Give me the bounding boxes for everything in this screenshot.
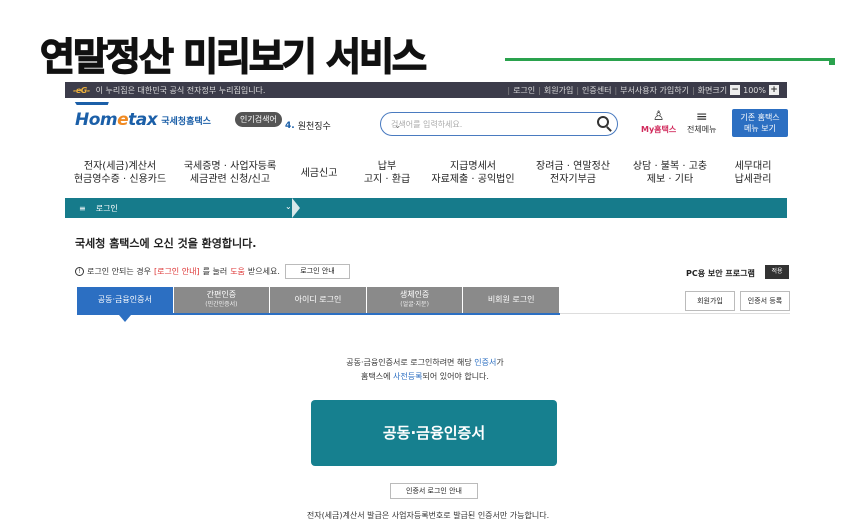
search-input[interactable]: 검색어를 입력하세요. bbox=[380, 112, 618, 136]
logo-org-name: 국세청홈택스 bbox=[161, 117, 211, 127]
nav-item-certificate[interactable]: 국세증명 · 사업자등록 세금관련 신청/신고 bbox=[175, 155, 285, 191]
nav-item-statement[interactable]: 지급명세서 자료제출 · 공익법인 bbox=[421, 155, 525, 191]
hometax-logo[interactable]: Hometax 국세청홈택스 bbox=[71, 102, 211, 130]
slide-title: 연말정산 미리보기 서비스 bbox=[39, 34, 428, 80]
tab-joint-cert[interactable]: 공동·금융인증서 bbox=[77, 287, 174, 322]
top-links: | 로그인 | 회원가입 | 인증센터 | 부서사용자 가입하기 | 화면크기 … bbox=[507, 85, 779, 96]
site-header: Hometax 국세청홈택스 인기검색어 4. 원천징수 ⌄ 검색어를 입력하세… bbox=[65, 100, 788, 148]
egov-logo: -eG- bbox=[73, 85, 90, 95]
tab-id-login[interactable]: 아이디 로그인 bbox=[270, 287, 367, 313]
user-icon: ♙ bbox=[652, 109, 665, 124]
legacy-menu-button[interactable]: 기존 홈택스 메뉴 보기 bbox=[732, 109, 788, 137]
breadcrumb-current[interactable]: ≡ 로그인 ⌄ bbox=[65, 198, 300, 218]
tab-divider bbox=[560, 313, 790, 314]
info-icon: ! bbox=[75, 267, 84, 276]
pc-security-label: PC용 보안 프로그램 bbox=[686, 269, 755, 278]
breadcrumb-arrow-icon bbox=[292, 198, 300, 218]
gov-notice-bar: -eG- 이 누리집은 대한민국 공식 전자정부 누리집입니다. | 로그인 |… bbox=[65, 82, 787, 98]
breadcrumb-label: 로그인 bbox=[95, 203, 118, 213]
login-guide-button[interactable]: 로그인 안내 bbox=[285, 264, 350, 279]
page-title: 국세청 홈택스에 오신 것을 환영합니다. bbox=[75, 237, 257, 250]
signup-link[interactable]: 회원가입 bbox=[544, 85, 573, 96]
nav-item-tax-report[interactable]: 세금신고 bbox=[285, 155, 353, 191]
cert-register-button[interactable]: 인증서 등록 bbox=[740, 291, 790, 311]
nav-item-payment[interactable]: 납부 고지 · 환급 bbox=[353, 155, 421, 191]
logo-roof-icon bbox=[71, 102, 109, 112]
signup-button[interactable]: 회원가입 bbox=[685, 291, 735, 311]
pc-security-apply-button[interactable]: 적용 bbox=[765, 265, 789, 279]
cert-center-link[interactable]: 인증센터 bbox=[582, 85, 611, 96]
my-hometax-button[interactable]: ♙ My홈택스 bbox=[641, 110, 676, 135]
breadcrumb: ≡ 로그인 ⌄ bbox=[65, 198, 787, 218]
popular-search-badge: 인기검색어 bbox=[235, 112, 282, 127]
zoom-out-button[interactable]: − bbox=[730, 85, 741, 95]
title-underline bbox=[505, 58, 835, 65]
cert-login-guide-button[interactable]: 인증서 로그인 안내 bbox=[390, 483, 478, 499]
zoom-value: 100% bbox=[743, 85, 766, 95]
chevron-down-icon[interactable]: ⌄ bbox=[285, 202, 292, 211]
nav-item-year-end[interactable]: 장려금 · 연말정산 전자기부금 bbox=[525, 155, 621, 191]
zoom-in-button[interactable]: + bbox=[769, 85, 779, 95]
joint-cert-login-button[interactable]: 공동·금융인증서 bbox=[311, 400, 557, 466]
main-nav: 전자(세금)계산서 현금영수증 · 신용카드 국세증명 · 사업자등록 세금관련 신… bbox=[65, 155, 787, 191]
search-icon[interactable] bbox=[597, 116, 609, 128]
login-guide-link[interactable]: [로그인 안내] bbox=[154, 266, 200, 277]
gov-notice-text: 이 누리집은 대한민국 공식 전자정부 누리집입니다. bbox=[95, 85, 266, 95]
login-link[interactable]: 로그인 bbox=[513, 85, 535, 96]
all-menu-button[interactable]: ≡ 전체메뉴 bbox=[687, 110, 716, 135]
screen-size-label: 화면크기 bbox=[697, 85, 728, 95]
nav-item-agent[interactable]: 세무대리 납세관리 bbox=[719, 155, 787, 191]
nav-item-consult[interactable]: 상담 · 불복 · 고충 제보 · 기타 bbox=[621, 155, 719, 191]
login-help-text: ! 로그인 안되는 경우 [로그인 안내] 를 눌러 도움 받으세요. bbox=[75, 266, 280, 277]
menu-icon: ≡ bbox=[79, 203, 86, 213]
invoice-cert-note: 전자(세금)계산서 발급은 사업자등록번호로 발급된 인증서만 가능합니다. bbox=[306, 511, 550, 520]
tab-simple-auth[interactable]: 간편인증 (민간인증서) bbox=[173, 287, 271, 313]
cert-description: 공동·금융인증서로 로그인하려면 해당 인증서가 홈택스에 사전등록되어 있어야… bbox=[346, 358, 504, 381]
hamburger-icon: ≡ bbox=[695, 109, 708, 125]
login-tabs: 공동·금융인증서 간편인증 (민간인증서) 아이디 로그인 생체인증 (얼굴·지… bbox=[77, 287, 560, 322]
tab-biometric[interactable]: 생체인증 (얼굴·지문) bbox=[366, 287, 464, 313]
dept-user-link[interactable]: 부서사용자 가입하기 bbox=[620, 85, 689, 96]
nav-item-invoice[interactable]: 전자(세금)계산서 현금영수증 · 신용카드 bbox=[65, 155, 175, 191]
tab-guest-login[interactable]: 비회원 로그인 bbox=[463, 287, 560, 313]
